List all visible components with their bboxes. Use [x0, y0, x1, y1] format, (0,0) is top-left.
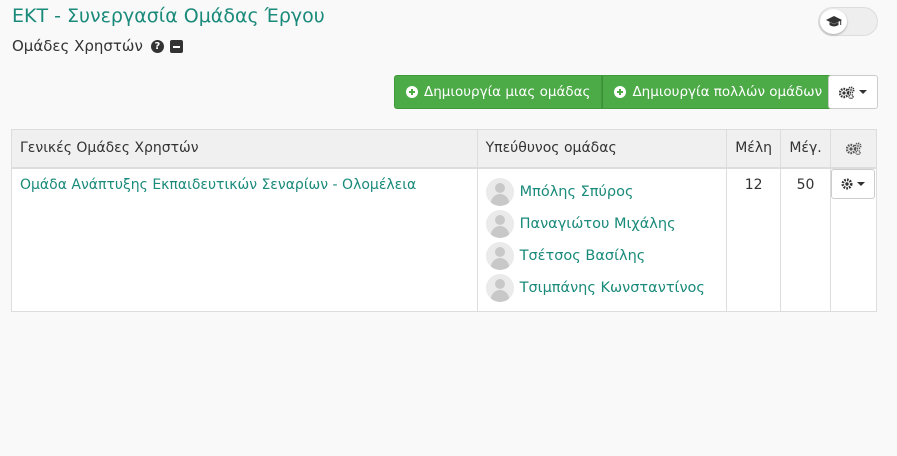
table-row: Ομάδα Ανάπτυξης Εκπαιδευτικών Σεναρίων -… — [11, 167, 877, 312]
toggle-knob — [820, 9, 847, 34]
list-item: Τσέτσος Βασίλης — [485, 240, 719, 272]
members-count: 12 — [726, 167, 782, 312]
group-lead-cell: Μπόλης Σπύρος Παναγιώτου Μιχάλης Τσέτσος… — [476, 167, 728, 312]
header-group-lead: Υπεύθυνος ομάδας — [476, 129, 728, 169]
lead-name-link[interactable]: Τσιμπάνης Κωνσταντίνος — [520, 280, 705, 296]
page-subtitle: Ομάδες Χρηστών — [12, 37, 143, 55]
create-one-group-label: Δημιουργία μιας ομάδας — [424, 84, 591, 100]
max-members: 50 — [780, 167, 832, 312]
groups-table: Γενικές Ομάδες Χρηστών Υπεύθυνος ομάδας … — [11, 129, 877, 312]
caret-down-icon — [857, 181, 866, 186]
lead-list: Μπόλης Σπύρος Παναγιώτου Μιχάλης Τσέτσος… — [485, 176, 719, 304]
page: ΕΚΤ - Συνεργασία Ομάδας Έργου Ομάδες Χρη… — [0, 0, 897, 456]
create-many-groups-label: Δημιουργία πολλών ομάδων — [632, 84, 823, 100]
header-actions — [830, 129, 877, 169]
group-name-link[interactable]: Ομάδα Ανάπτυξης Εκπαιδευτικών Σεναρίων -… — [20, 177, 416, 193]
plus-circle-icon — [406, 86, 418, 98]
group-name-cell: Ομάδα Ανάπτυξης Εκπαιδευτικών Σεναρίων -… — [11, 167, 478, 312]
create-one-group-button[interactable]: Δημιουργία μιας ομάδας — [394, 75, 603, 109]
row-actions-cell — [830, 167, 877, 312]
list-item: Μπόλης Σπύρος — [485, 176, 719, 208]
table-header-row: Γενικές Ομάδες Χρηστών Υπεύθυνος ομάδας … — [11, 129, 877, 169]
avatar — [485, 209, 514, 238]
subtitle-row: Ομάδες Χρηστών ? — [12, 37, 183, 55]
create-many-groups-button[interactable]: Δημιουργία πολλών ομάδων — [602, 75, 835, 109]
minus-square-icon[interactable] — [169, 39, 183, 53]
header-max: Μέγ. — [780, 129, 832, 169]
list-item: Παναγιώτου Μιχάλης — [485, 208, 719, 240]
gears-icon — [839, 86, 855, 99]
gear-icon — [841, 178, 853, 189]
header-members: Μέλη — [726, 129, 782, 169]
student-view-toggle[interactable] — [818, 7, 878, 36]
row-actions-dropdown[interactable] — [831, 168, 876, 199]
header-group-name: Γενικές Ομάδες Χρηστών — [11, 129, 478, 169]
lead-name-link[interactable]: Παναγιώτου Μιχάλης — [520, 216, 676, 232]
gears-icon — [845, 142, 861, 155]
avatar — [485, 177, 514, 206]
group-toolbar: Δημιουργία μιας ομάδας Δημιουργία πολλών… — [394, 75, 835, 109]
list-item: Τσιμπάνης Κωνσταντίνος — [485, 272, 719, 304]
avatar — [485, 273, 514, 302]
lead-name-link[interactable]: Τσέτσος Βασίλης — [520, 248, 646, 264]
question-circle-icon[interactable]: ? — [150, 39, 164, 53]
graduation-cap-icon — [825, 15, 842, 26]
avatar — [485, 241, 514, 270]
caret-down-icon — [859, 90, 867, 94]
lead-name-link[interactable]: Μπόλης Σπύρος — [520, 184, 634, 200]
plus-circle-icon — [614, 86, 627, 98]
group-settings-dropdown[interactable] — [828, 75, 878, 109]
course-title[interactable]: ΕΚΤ - Συνεργασία Ομάδας Έργου — [12, 5, 325, 27]
